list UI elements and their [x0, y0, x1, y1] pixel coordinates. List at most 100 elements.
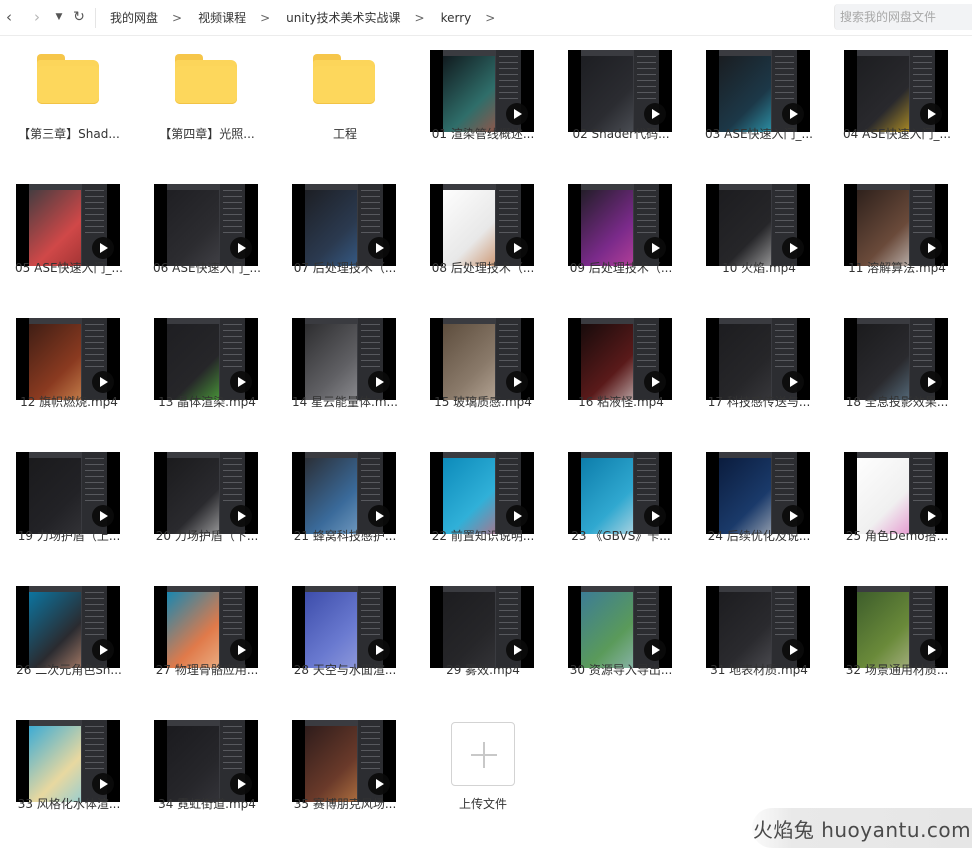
video-name: 26 二次元角色Sh... — [16, 663, 122, 677]
video-item[interactable]: 17 科技感传送与... — [690, 304, 828, 428]
back-arrow-icon[interactable]: ‹ — [0, 8, 18, 26]
play-icon — [230, 639, 252, 661]
video-item[interactable]: 13 晶体渲染.mp4 — [138, 304, 276, 428]
breadcrumb-item[interactable]: unity技术美术实战课 — [286, 9, 400, 26]
video-thumbnail — [706, 452, 810, 534]
video-item[interactable]: 14 星云能量体.m... — [276, 304, 414, 428]
video-thumbnail — [16, 452, 120, 534]
video-thumbnail — [292, 720, 396, 802]
play-icon — [782, 103, 804, 125]
video-name: 18 全息投影效果... — [845, 395, 949, 409]
video-item[interactable]: 12 旗帜燃烧.mp4 — [0, 304, 138, 428]
play-icon — [230, 505, 252, 527]
folder-item[interactable]: 【第四章】光照... — [138, 36, 276, 160]
folder-item[interactable]: 【第三章】Shad... — [0, 36, 138, 160]
play-icon — [782, 505, 804, 527]
top-bar: ‹ › ▼ ↻ 我的网盘 > 视频课程 > unity技术美术实战课 > ker… — [0, 0, 972, 36]
video-name: 29 雾效.mp4 — [446, 663, 520, 677]
refresh-icon[interactable]: ↻ — [70, 8, 88, 26]
video-item[interactable]: 07 后处理技术（... — [276, 170, 414, 294]
video-item[interactable]: 05 ASE快速入门_... — [0, 170, 138, 294]
video-thumbnail — [568, 184, 672, 266]
video-item[interactable]: 04 ASE快速入门_... — [828, 36, 966, 160]
play-icon — [368, 773, 390, 795]
plus-icon — [451, 722, 515, 786]
breadcrumb-item[interactable]: kerry — [441, 11, 472, 25]
folder-item[interactable]: 工程 — [276, 36, 414, 160]
video-item[interactable]: 10 火焰.mp4 — [690, 170, 828, 294]
video-item[interactable]: 16 粘液怪.mp4 — [552, 304, 690, 428]
video-item[interactable]: 06 ASE快速入门_... — [138, 170, 276, 294]
play-icon — [92, 237, 114, 259]
video-item[interactable]: 33 风格化水体渲... — [0, 706, 138, 830]
play-icon — [506, 639, 528, 661]
video-item[interactable]: 18 全息投影效果... — [828, 304, 966, 428]
video-name: 15 玻璃质感.mp4 — [434, 395, 532, 409]
video-name: 01 渲染管线概述... — [431, 127, 535, 141]
play-icon — [506, 371, 528, 393]
breadcrumb: 我的网盘 > 视频课程 > unity技术美术实战课 > kerry > — [110, 9, 511, 26]
video-thumbnail — [16, 720, 120, 802]
watermark-text: 火焰兔 huoyantu.com — [752, 817, 972, 842]
video-item[interactable]: 02 Shader代码... — [552, 36, 690, 160]
video-item[interactable]: 24 后续优化及说... — [690, 438, 828, 562]
video-item[interactable]: 03 ASE快速入门_... — [690, 36, 828, 160]
breadcrumb-item[interactable]: 视频课程 — [198, 9, 246, 26]
video-thumbnail — [154, 452, 258, 534]
video-thumbnail — [154, 318, 258, 400]
video-thumbnail — [568, 318, 672, 400]
forward-arrow-icon[interactable]: › — [28, 8, 46, 26]
folder-name: 工程 — [332, 127, 357, 141]
video-thumbnail — [154, 184, 258, 266]
video-name: 21 蜂窝科技感护... — [293, 529, 397, 543]
play-icon — [506, 505, 528, 527]
video-name: 20 力场护盾（下... — [155, 529, 259, 543]
play-icon — [368, 237, 390, 259]
video-item[interactable]: 30 资源导入导出... — [552, 572, 690, 696]
video-item[interactable]: 20 力场护盾（下... — [138, 438, 276, 562]
video-item[interactable]: 22 前置知识说明... — [414, 438, 552, 562]
video-thumbnail — [706, 586, 810, 668]
history-dropdown-icon[interactable]: ▼ — [50, 8, 68, 26]
video-item[interactable]: 11 溶解算法.mp4 — [828, 170, 966, 294]
play-icon — [782, 639, 804, 661]
video-item[interactable]: 35 赛博朋克风场... — [276, 706, 414, 830]
search-box — [834, 4, 972, 30]
play-icon — [506, 103, 528, 125]
watermark: 火焰兔 huoyantu.com — [752, 808, 972, 848]
play-icon — [368, 505, 390, 527]
search-input[interactable] — [835, 4, 967, 30]
play-icon — [92, 371, 114, 393]
video-thumbnail — [292, 586, 396, 668]
video-name: 04 ASE快速入门_... — [843, 127, 951, 141]
video-item[interactable]: 31 地表材质.mp4 — [690, 572, 828, 696]
video-name: 19 力场护盾（上... — [17, 529, 121, 543]
video-item[interactable]: 34 霓虹街道.mp4 — [138, 706, 276, 830]
video-item[interactable]: 09 后处理技术（... — [552, 170, 690, 294]
video-item[interactable]: 08 后处理技术（... — [414, 170, 552, 294]
video-item[interactable]: 26 二次元角色Sh... — [0, 572, 138, 696]
upload-file-button[interactable]: 上传文件 — [414, 706, 552, 830]
video-item[interactable]: 29 雾效.mp4 — [414, 572, 552, 696]
video-item[interactable]: 28 天空与水面渲... — [276, 572, 414, 696]
play-icon — [644, 237, 666, 259]
video-item[interactable]: 01 渲染管线概述... — [414, 36, 552, 160]
video-item[interactable]: 23 《GBVS》卡... — [552, 438, 690, 562]
video-thumbnail — [292, 318, 396, 400]
play-icon — [920, 639, 942, 661]
play-icon — [92, 505, 114, 527]
video-item[interactable]: 27 物理骨骼应用... — [138, 572, 276, 696]
video-name: 27 物理骨骼应用... — [155, 663, 259, 677]
breadcrumb-item[interactable]: 我的网盘 — [110, 9, 158, 26]
play-icon — [782, 237, 804, 259]
video-item[interactable]: 19 力场护盾（上... — [0, 438, 138, 562]
video-item[interactable]: 32 场景通用材质... — [828, 572, 966, 696]
video-name: 24 后续优化及说... — [707, 529, 811, 543]
folder-icon — [175, 54, 237, 104]
video-item[interactable]: 25 角色Demo搭... — [828, 438, 966, 562]
video-name: 07 后处理技术（... — [293, 261, 397, 275]
video-item[interactable]: 15 玻璃质感.mp4 — [414, 304, 552, 428]
breadcrumb-separator-icon: > — [414, 10, 425, 25]
video-name: 14 星云能量体.m... — [291, 395, 399, 409]
video-item[interactable]: 21 蜂窝科技感护... — [276, 438, 414, 562]
